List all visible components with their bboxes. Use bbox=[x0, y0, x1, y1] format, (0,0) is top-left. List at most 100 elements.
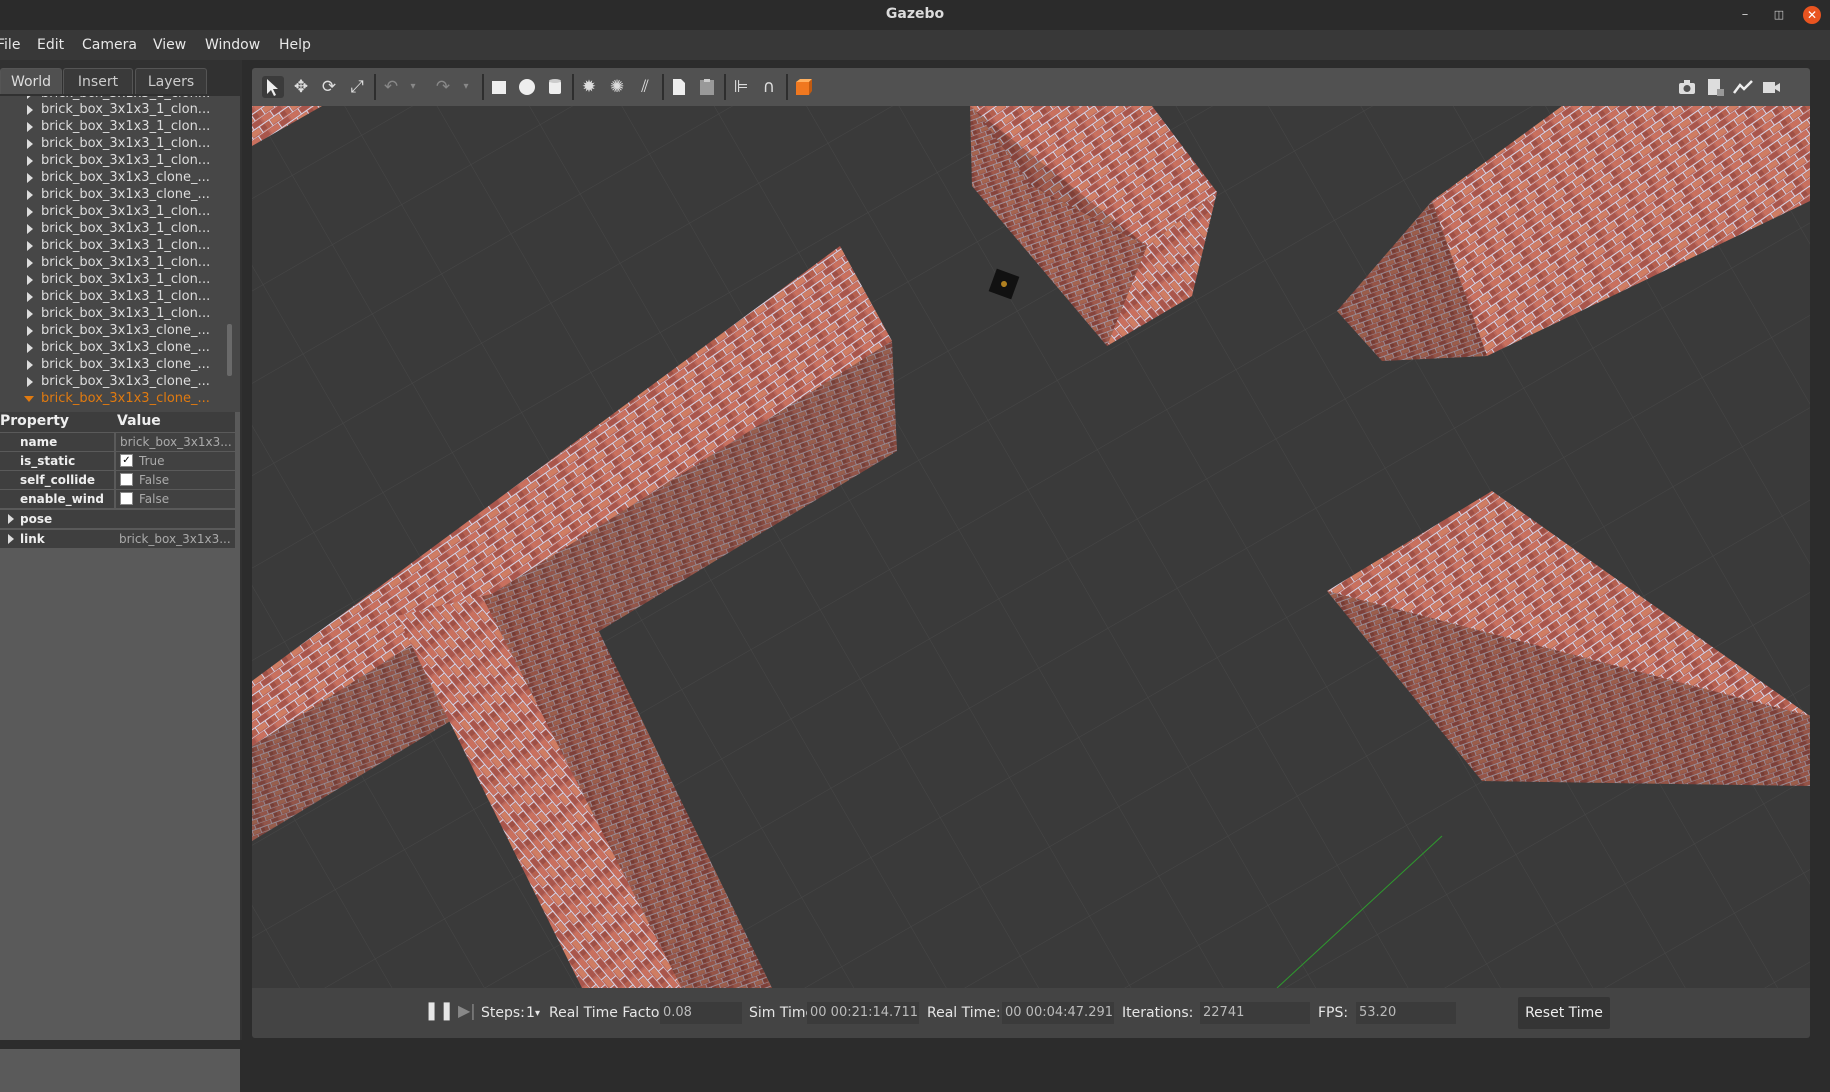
log-icon[interactable] bbox=[1704, 76, 1726, 98]
expand-icon[interactable] bbox=[27, 377, 33, 387]
sphere-icon[interactable] bbox=[516, 76, 538, 98]
expand-icon[interactable] bbox=[27, 258, 33, 268]
expand-icon[interactable] bbox=[8, 534, 14, 544]
tree-item-label: brick_box_3x1x3_clone_... bbox=[41, 357, 210, 372]
expand-icon[interactable] bbox=[27, 122, 33, 132]
model-tree[interactable]: brick_box_3x1x3_1_clon... brick_box_3x1x… bbox=[0, 96, 240, 412]
window-title: Gazebo bbox=[885, 6, 945, 22]
directional-light-icon[interactable]: ⫽ bbox=[634, 76, 656, 98]
tree-item[interactable]: brick_box_3x1x3_clone_... bbox=[0, 323, 236, 340]
tree-item[interactable]: brick_box_3x1x3_clone_... bbox=[0, 170, 236, 187]
tree-item[interactable]: brick_box_3x1x3_1_clon... bbox=[0, 272, 236, 289]
checkbox-checked[interactable]: ✓ bbox=[120, 454, 133, 467]
point-light-icon[interactable]: ✹ bbox=[578, 76, 600, 98]
menu-window[interactable]: Window bbox=[205, 37, 260, 53]
tab-world[interactable]: World bbox=[0, 68, 62, 94]
redo-icon[interactable]: ↷ bbox=[432, 76, 454, 98]
expand-icon[interactable] bbox=[27, 156, 33, 166]
tree-item[interactable]: brick_box_3x1x3_clone_... bbox=[0, 340, 236, 357]
tree-item[interactable]: brick_box_3x1x3_1_clon... bbox=[0, 306, 236, 323]
expand-icon[interactable] bbox=[8, 514, 14, 524]
redo-dropdown-icon[interactable]: ▾ bbox=[455, 76, 477, 98]
checkbox-label: False bbox=[139, 473, 170, 487]
undo-dropdown-icon[interactable]: ▾ bbox=[402, 76, 424, 98]
view-angle-icon[interactable] bbox=[792, 76, 814, 98]
minimize-icon[interactable]: – bbox=[1736, 6, 1754, 24]
tree-item[interactable]: brick_box_3x1x3_1_clon... bbox=[0, 204, 236, 221]
fps-field: 53.20 bbox=[1356, 1002, 1456, 1024]
steps-dropdown-icon[interactable]: ▾ bbox=[535, 1008, 540, 1019]
close-icon[interactable]: ✕ bbox=[1803, 6, 1821, 24]
tree-item-label: brick_box_3x1x3_clone_... bbox=[41, 187, 210, 202]
panel-splitter[interactable] bbox=[242, 60, 252, 1040]
tab-insert[interactable]: Insert bbox=[63, 68, 133, 94]
menu-view[interactable]: View bbox=[153, 37, 186, 53]
align-icon[interactable]: ⊫ bbox=[730, 76, 752, 98]
property-key: pose bbox=[20, 512, 53, 526]
menu-edit[interactable]: Edit bbox=[37, 37, 64, 53]
tree-item[interactable]: brick_box_3x1x3_clone_... bbox=[0, 357, 236, 374]
tree-item[interactable]: brick_box_3x1x3_1_clon... bbox=[0, 255, 236, 272]
tree-item[interactable]: brick_box_3x1x3_clone_... bbox=[0, 187, 236, 204]
menu-help[interactable]: Help bbox=[279, 37, 311, 53]
tree-item-label: brick_box_3x1x3_clone_... bbox=[41, 374, 210, 389]
expand-icon[interactable] bbox=[27, 292, 33, 302]
tree-item[interactable]: brick_box_3x1x3_1_clon... bbox=[0, 153, 236, 170]
expand-icon[interactable] bbox=[27, 343, 33, 353]
checkbox-unchecked[interactable] bbox=[120, 473, 133, 486]
expand-icon[interactable] bbox=[27, 224, 33, 234]
expand-icon[interactable] bbox=[27, 309, 33, 319]
expand-icon[interactable] bbox=[27, 96, 33, 99]
property-value[interactable]: brick_box_3x1x3... bbox=[116, 433, 235, 451]
undo-icon[interactable]: ↶ bbox=[380, 76, 402, 98]
checkbox-unchecked[interactable] bbox=[120, 492, 133, 505]
menu-camera[interactable]: Camera bbox=[82, 37, 137, 53]
expand-icon[interactable] bbox=[27, 207, 33, 217]
property-group-link[interactable]: link brick_box_3x1x3... bbox=[0, 530, 235, 548]
expand-icon[interactable] bbox=[27, 326, 33, 336]
spot-light-icon[interactable]: ✺ bbox=[606, 76, 628, 98]
expand-icon[interactable] bbox=[27, 139, 33, 149]
tree-item[interactable]: brick_box_3x1x3_1_clon... bbox=[0, 119, 236, 136]
snap-icon[interactable]: ∩ bbox=[758, 76, 780, 98]
tree-item[interactable]: brick_box_3x1x3_1_clon... bbox=[0, 238, 236, 255]
steps-value[interactable]: 1 bbox=[526, 1005, 535, 1021]
tree-item-label: brick_box_3x1x3_1_clon... bbox=[41, 221, 211, 236]
reset-time-button[interactable]: Reset Time bbox=[1518, 997, 1610, 1029]
rotate-icon[interactable]: ⟳ bbox=[318, 76, 340, 98]
pause-icon[interactable]: ❚❚ bbox=[424, 1000, 454, 1021]
panel-tabs: World Insert Layers bbox=[0, 68, 242, 94]
tree-item[interactable]: brick_box_3x1x3_1_clon... bbox=[0, 102, 236, 119]
screenshot-icon[interactable] bbox=[1676, 76, 1698, 98]
real-time-field: 00 00:04:47.291 bbox=[1002, 1002, 1114, 1024]
expand-icon[interactable] bbox=[27, 241, 33, 251]
tree-item[interactable]: brick_box_3x1x3_1_clon... bbox=[0, 289, 236, 306]
expand-icon[interactable] bbox=[27, 275, 33, 285]
record-icon[interactable] bbox=[1760, 76, 1782, 98]
paste-icon[interactable] bbox=[696, 76, 718, 98]
step-icon[interactable]: ▶| bbox=[458, 1001, 476, 1020]
scale-icon[interactable]: ⤢ bbox=[346, 76, 368, 98]
property-group-pose[interactable]: pose bbox=[0, 510, 235, 528]
cylinder-icon[interactable] bbox=[544, 76, 566, 98]
3d-viewport[interactable] bbox=[252, 106, 1810, 988]
translate-icon[interactable]: ✥ bbox=[290, 76, 312, 98]
tree-item[interactable]: brick_box_3x1x3_1_clon... bbox=[0, 221, 236, 238]
select-icon[interactable] bbox=[262, 76, 284, 98]
menu-file[interactable]: File bbox=[0, 37, 20, 53]
expand-icon[interactable] bbox=[27, 360, 33, 370]
maximize-icon[interactable]: ◫ bbox=[1770, 6, 1788, 24]
box-icon[interactable] bbox=[488, 76, 510, 98]
property-panel: Property Value name brick_box_3x1x3... i… bbox=[0, 412, 240, 1092]
collapse-icon[interactable] bbox=[24, 396, 34, 402]
tree-item[interactable]: brick_box_3x1x3_1_clon... bbox=[0, 136, 236, 153]
plot-icon[interactable] bbox=[1732, 76, 1754, 98]
tab-layers[interactable]: Layers bbox=[135, 68, 207, 94]
tree-item[interactable]: brick_box_3x1x3_clone_... bbox=[0, 374, 236, 391]
tree-item-selected[interactable]: brick_box_3x1x3_clone_... bbox=[0, 391, 236, 408]
expand-icon[interactable] bbox=[27, 105, 33, 115]
tree-scrollbar[interactable] bbox=[227, 324, 232, 376]
expand-icon[interactable] bbox=[27, 190, 33, 200]
expand-icon[interactable] bbox=[27, 173, 33, 183]
copy-icon[interactable] bbox=[668, 76, 690, 98]
